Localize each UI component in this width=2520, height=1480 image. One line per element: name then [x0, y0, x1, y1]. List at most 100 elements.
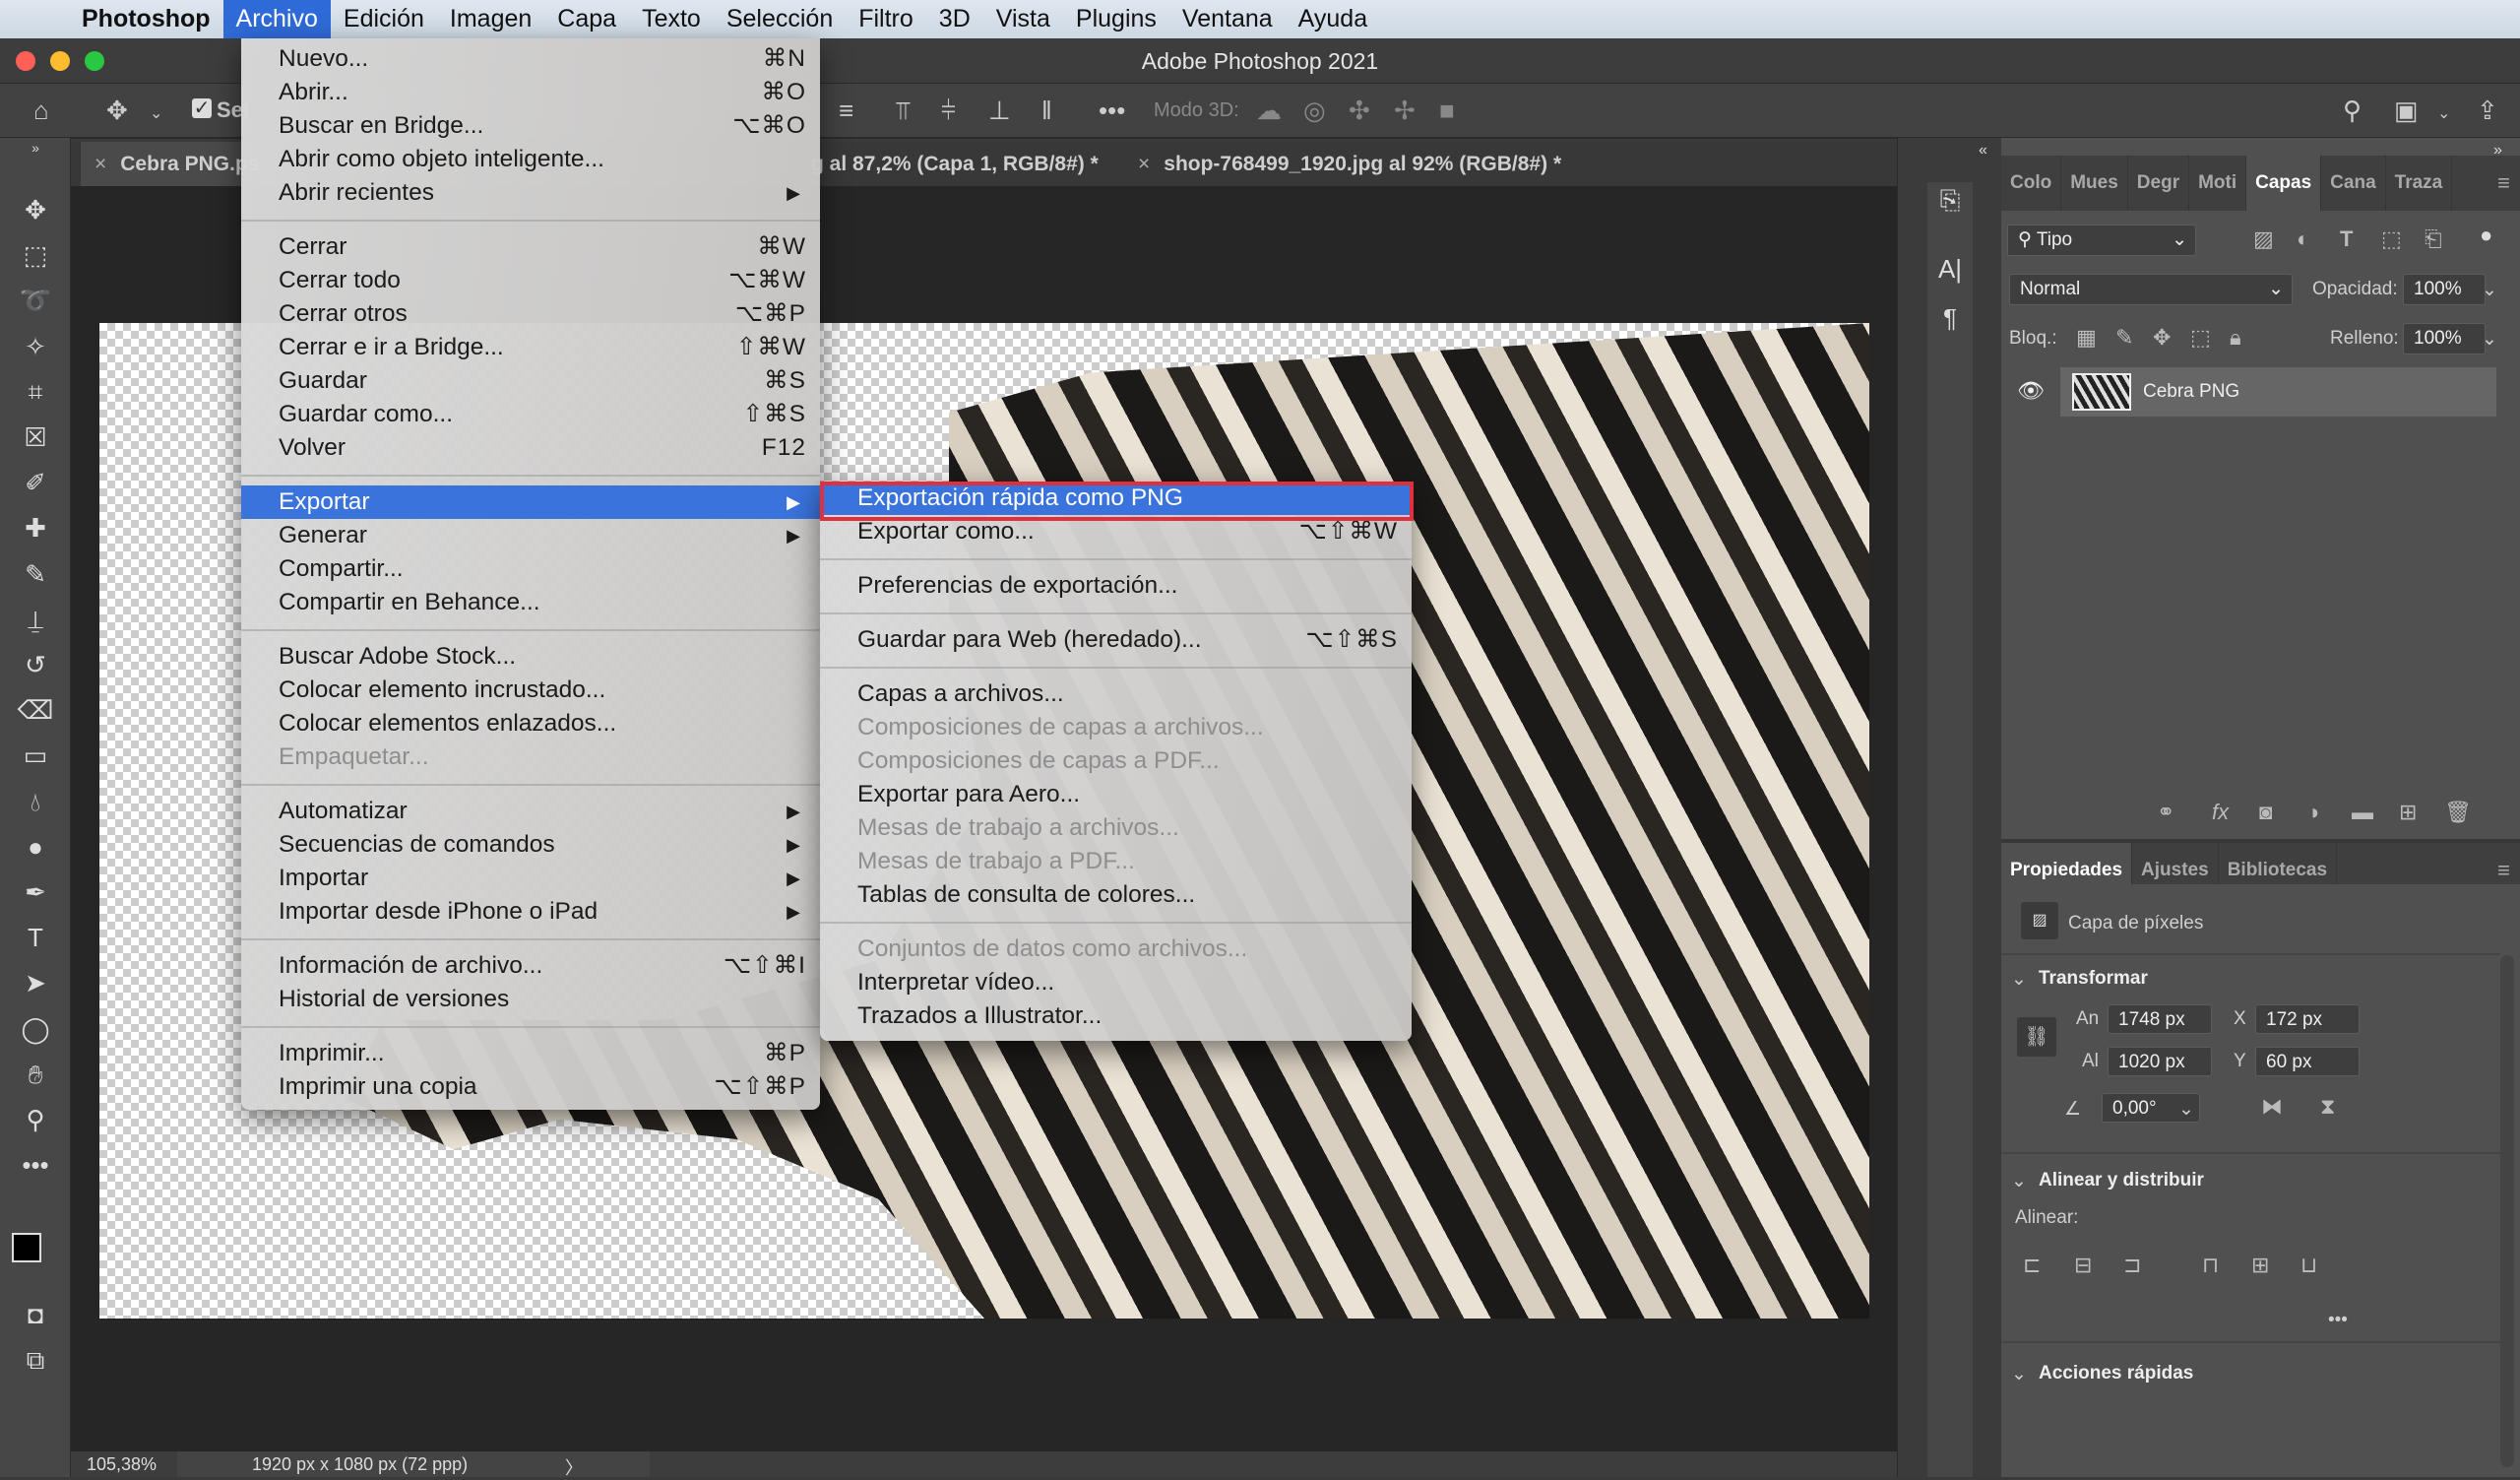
dodge-tool-icon[interactable]: ● [0, 832, 71, 863]
menu-item-capas-a-archivos[interactable]: Capas a archivos... [820, 677, 1412, 711]
fx-icon[interactable]: fx [2212, 800, 2229, 825]
character-icon[interactable]: A| [1927, 254, 1973, 285]
tab-shop-jpg[interactable]: × shop-768499_1920.jpg al 92% (RGB/8#) * [1124, 142, 1561, 186]
menu-seleccion[interactable]: Selección [714, 0, 846, 38]
properties-scrollbar[interactable] [2500, 955, 2514, 1467]
roll-3d-icon[interactable]: ◎ [1303, 96, 1326, 126]
panel-menu-icon[interactable]: ≡ [2497, 156, 2520, 211]
tab-capas[interactable]: Capas [2246, 156, 2322, 211]
move-tool-icon[interactable]: ✥ [0, 195, 71, 225]
history-icon[interactable]: ⎘ [1927, 185, 1973, 217]
frame-tool-icon[interactable]: ☒ [0, 422, 71, 453]
lock-all-icon[interactable]: 🔒︎ [2230, 325, 2241, 351]
menu-item-empaquetar[interactable]: Empaquetar... [241, 740, 820, 774]
paragraph-icon[interactable]: ¶ [1927, 303, 1973, 334]
menu-3d[interactable]: 3D [926, 0, 983, 38]
align-left-edges-icon[interactable]: ⊏ [2023, 1253, 2041, 1278]
menu-item-tablas-de-consulta-de-colores[interactable]: Tablas de consulta de colores... [820, 878, 1412, 912]
menu-item-informacion-de-archivo[interactable]: Información de archivo... ⌥⇧⌘I [241, 949, 820, 983]
close-tab-icon[interactable]: × [1138, 153, 1150, 175]
more-options-icon[interactable]: ••• [1099, 96, 1125, 126]
menu-item-composiciones-de-capas-a-archivos[interactable]: Composiciones de capas a archivos... [820, 711, 1412, 744]
menu-item-imprimir-una-copia[interactable]: Imprimir una copia ⌥⇧⌘P [241, 1070, 820, 1104]
menu-item-interpretar-video[interactable]: Interpretar vídeo... [820, 966, 1412, 999]
menu-item-importar[interactable]: Importar ▶ [241, 862, 820, 895]
filter-shape-icon[interactable]: ⬚ [2381, 226, 2402, 252]
eye-visibility-icon[interactable]: 👁︎ [2017, 378, 2045, 404]
lasso-tool-icon[interactable]: ➰ [0, 286, 71, 316]
y-input[interactable]: 60 px [2255, 1047, 2360, 1076]
crop-tool-icon[interactable]: ⌗ [0, 377, 71, 409]
menu-texto[interactable]: Texto [629, 0, 714, 38]
type-tool-icon[interactable]: T [0, 923, 71, 953]
expand-toolbar-icon[interactable]: » [0, 140, 71, 156]
path-selection-icon[interactable]: ➤ [0, 968, 71, 998]
foreground-color-swatch[interactable] [12, 1233, 41, 1262]
magic-wand-icon[interactable]: ✧ [0, 332, 71, 362]
delete-layer-icon[interactable]: 🗑︎ [2444, 800, 2472, 825]
marquee-tool-icon[interactable]: ⬚ [0, 240, 71, 271]
menu-item-buscar-adobe-stock[interactable]: Buscar Adobe Stock... [241, 640, 820, 674]
pan-3d-icon[interactable]: ✣ [1349, 96, 1370, 126]
menu-item-colocar-elemento-incrustado[interactable]: Colocar elemento incrustado... [241, 674, 820, 707]
menu-item-trazados-a-illustrator[interactable]: Trazados a Illustrator... [820, 999, 1412, 1033]
menu-item-mesas-de-trabajo-a-pdf[interactable]: Mesas de trabajo a PDF... [820, 845, 1412, 878]
move-tool-icon[interactable]: ✥ [106, 96, 128, 126]
slide-3d-icon[interactable]: ✢ [1394, 96, 1416, 126]
history-brush-icon[interactable]: ↺ [0, 650, 71, 680]
tab-traza[interactable]: Traza [2386, 156, 2453, 211]
menu-item-imprimir[interactable]: Imprimir... ⌘P [241, 1037, 820, 1070]
panel-menu-icon[interactable]: ≡ [2497, 843, 2520, 884]
workspace-icon[interactable]: ▣ [2394, 96, 2419, 126]
align-horizontal-centers-icon[interactable]: ⊟ [2074, 1253, 2092, 1278]
menu-item-automatizar[interactable]: Automatizar ▶ [241, 795, 820, 828]
search-icon[interactable]: ⚲ [2343, 96, 2362, 126]
menu-vista[interactable]: Vista [983, 0, 1063, 38]
height-input[interactable]: 1020 px [2108, 1047, 2212, 1076]
tab-mues[interactable]: Mues [2061, 156, 2128, 211]
link-layers-icon[interactable]: ⚭ [2157, 800, 2174, 825]
filter-adjustment-icon[interactable]: ◐ [2297, 226, 2309, 252]
tab-propiedades[interactable]: Propiedades [2001, 843, 2133, 884]
collapse-icon[interactable]: « [1979, 142, 1987, 160]
align-right-edges-icon[interactable]: ⊐ [2123, 1253, 2141, 1278]
layer-row[interactable]: Cebra PNG [2060, 367, 2496, 417]
flip-horizontal-icon[interactable]: ⧓ [2261, 1094, 2283, 1120]
align-bottom-icon[interactable]: ⊥ [988, 96, 1011, 126]
menu-item-guardar-para-web-heredado[interactable]: Guardar para Web (heredado)... ⌥⇧⌘S [820, 623, 1412, 657]
menu-item-cerrar-todo[interactable]: Cerrar todo ⌥⌘W [241, 264, 820, 297]
menu-item-abrir[interactable]: Abrir... ⌘O [241, 76, 820, 109]
tab-degr[interactable]: Degr [2128, 156, 2190, 211]
new-group-icon[interactable]: ▬ [2352, 800, 2373, 825]
tab-bibliotecas[interactable]: Bibliotecas [2219, 843, 2338, 884]
menu-item-conjuntos-de-datos-como-archivos[interactable]: Conjuntos de datos como archivos... [820, 933, 1412, 966]
flip-vertical-icon[interactable]: ⧗ [2320, 1094, 2335, 1120]
brush-tool-icon[interactable]: ✎ [0, 559, 71, 590]
menu-item-secuencias-de-comandos[interactable]: Secuencias de comandos ▶ [241, 828, 820, 862]
menu-capa[interactable]: Capa [544, 0, 629, 38]
menu-plugins[interactable]: Plugins [1063, 0, 1169, 38]
menu-item-composiciones-de-capas-a-pdf[interactable]: Composiciones de capas a PDF... [820, 744, 1412, 778]
menu-item-compartir-en-behance[interactable]: Compartir en Behance... [241, 586, 820, 619]
adjustment-layer-icon[interactable]: ◑ [2306, 800, 2319, 825]
menu-app-photoshop[interactable]: Photoshop [69, 0, 223, 38]
quick-mask-icon[interactable]: ◘ [0, 1300, 71, 1330]
menu-item-guardar-como[interactable]: Guardar como... ⇧⌘S [241, 398, 820, 431]
align-top-edges-icon[interactable]: ⊓ [2202, 1253, 2219, 1278]
chevron-down-icon[interactable]: ⌄ [2482, 279, 2497, 301]
more-tools-icon[interactable]: ••• [0, 1150, 71, 1181]
tab-cana[interactable]: Cana [2321, 156, 2386, 211]
filter-type-icon[interactable]: T [2340, 226, 2353, 252]
pen-tool-icon[interactable]: ✒ [0, 877, 71, 908]
healing-brush-icon[interactable]: ✚ [0, 513, 71, 544]
menu-item-cerrar-otros[interactable]: Cerrar otros ⌥⌘P [241, 297, 820, 331]
align-header[interactable]: Alinear y distribuir [2039, 1170, 2204, 1191]
menu-item-colocar-elementos-enlazados[interactable]: Colocar elementos enlazados... [241, 707, 820, 740]
lock-position-icon[interactable]: ✥ [2153, 325, 2171, 351]
blur-tool-icon[interactable]: 💧︎ [0, 787, 71, 818]
menu-item-compartir[interactable]: Compartir... [241, 552, 820, 586]
menu-filtro[interactable]: Filtro [846, 0, 926, 38]
opacity-input[interactable]: 100% [2403, 274, 2486, 305]
align-top-icon[interactable]: ⫪ [896, 96, 911, 127]
menu-edicion[interactable]: Edición [331, 0, 437, 38]
